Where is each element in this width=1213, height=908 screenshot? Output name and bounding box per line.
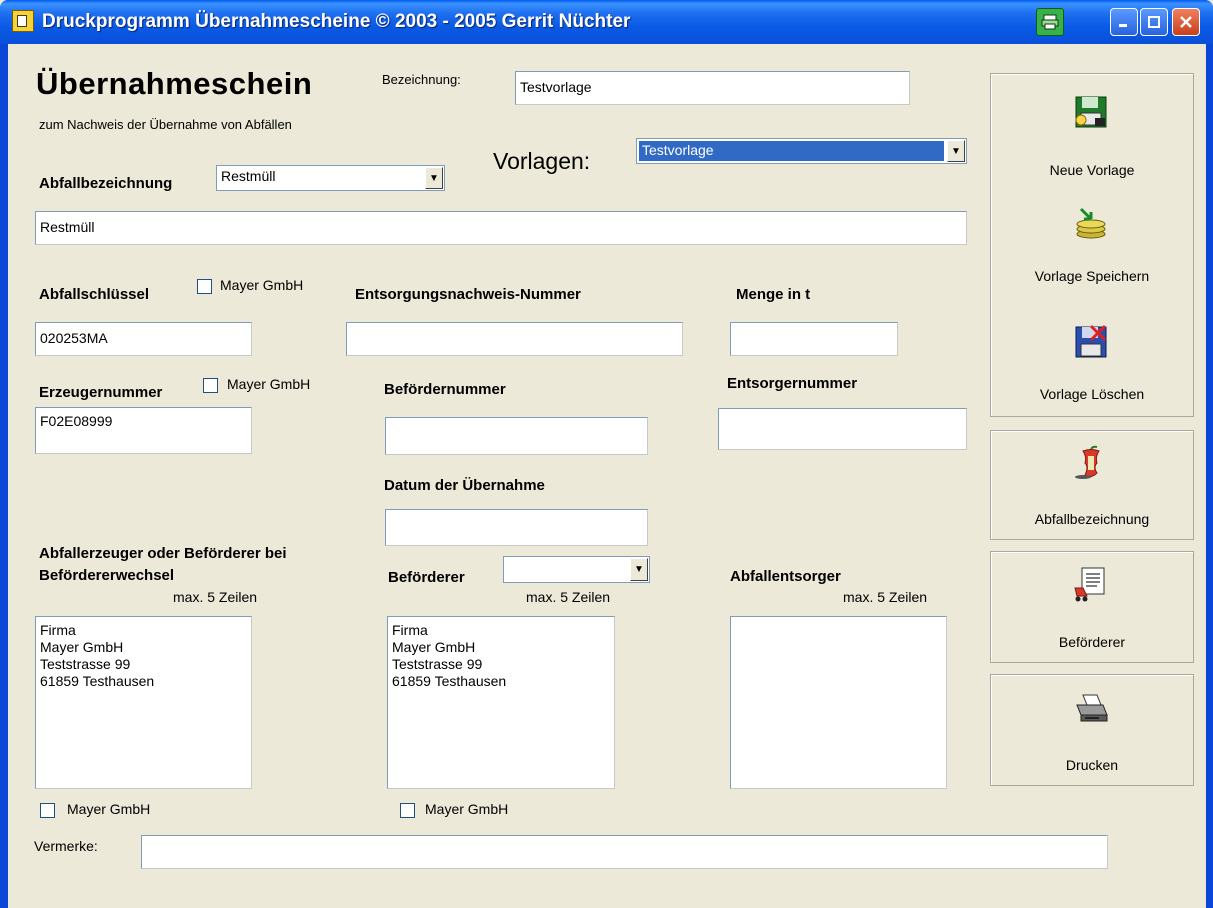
- vermerke-label: Vermerke:: [34, 838, 98, 854]
- erzeuger-block-label-line2: Befördererwechsel: [39, 567, 175, 584]
- menge-label: Menge in t: [736, 286, 811, 303]
- vorlagen-combo-value: Testvorlage: [639, 141, 944, 161]
- befoerderer-block-hint: max. 5 Zeilen: [526, 589, 611, 605]
- drucken-button[interactable]: Drucken: [990, 674, 1194, 786]
- erzeuger-block-memo[interactable]: Firma Mayer GmbH Teststrasse 99 61859 Te…: [35, 616, 252, 789]
- erzeugernummer-checkbox[interactable]: [203, 378, 218, 393]
- abfallbezeichnung-text-field[interactable]: Restmüll: [35, 211, 967, 245]
- vermerke-field[interactable]: [141, 835, 1108, 869]
- document-cart-icon: [1074, 567, 1105, 602]
- vorlage-loeschen-button[interactable]: Vorlage Löschen: [995, 314, 1189, 414]
- page-subtitle: zum Nachweis der Übernahme von Abfällen: [39, 117, 292, 132]
- befoerderer-block-checkbox-label: Mayer GmbH: [425, 801, 509, 817]
- vorlagen-combo[interactable]: Testvorlage ▼: [636, 138, 967, 164]
- abfallschluessel-field[interactable]: 020253MA: [35, 322, 252, 356]
- entsorgungsnachweis-field[interactable]: [346, 322, 683, 356]
- printer-icon: [1076, 694, 1108, 722]
- vorlage-speichern-label: Vorlage Speichern: [1034, 268, 1150, 284]
- drucken-button-label: Drucken: [1065, 757, 1119, 773]
- title-bar[interactable]: Druckprogramm Übernahmescheine © 2003 - …: [0, 0, 1213, 44]
- apple-core-icon: [1075, 445, 1100, 479]
- entsorger-block-hint: max. 5 Zeilen: [843, 589, 928, 605]
- window-title: Druckprogramm Übernahmescheine © 2003 - …: [42, 11, 631, 32]
- menge-field[interactable]: [730, 322, 898, 356]
- erzeuger-block-label-line1: Abfallerzeuger oder Beförderer bei: [39, 545, 287, 562]
- erzeuger-block-checkbox[interactable]: [40, 803, 55, 818]
- minimize-icon: [1119, 24, 1127, 27]
- printer-tray-icon[interactable]: [1036, 8, 1064, 36]
- entsorger-block-memo[interactable]: [730, 616, 947, 789]
- entsorger-block-label: Abfallentsorger: [730, 568, 841, 585]
- floppy-disk-new-icon: [1075, 96, 1107, 128]
- close-icon: [1180, 16, 1192, 28]
- maximize-icon: [1148, 16, 1160, 28]
- befoerderer-button[interactable]: Beförderer: [990, 551, 1194, 663]
- befoerderer-block-checkbox[interactable]: [400, 803, 415, 818]
- page-title: Übernahmeschein: [36, 66, 313, 101]
- neue-vorlage-label: Neue Vorlage: [1049, 162, 1135, 178]
- erzeugernummer-field[interactable]: F02E08999: [35, 407, 252, 454]
- chevron-down-icon[interactable]: ▼: [947, 140, 965, 162]
- entsorgernummer-label: Entsorgernummer: [727, 375, 858, 392]
- erzeuger-block-hint: max. 5 Zeilen: [173, 589, 258, 605]
- befoerderer-combo[interactable]: ▼: [503, 556, 650, 583]
- entsorgernummer-field[interactable]: [718, 408, 967, 450]
- befoerderer-block-memo[interactable]: Firma Mayer GmbH Teststrasse 99 61859 Te…: [387, 616, 615, 789]
- app-window: Druckprogramm Übernahmescheine © 2003 - …: [0, 0, 1213, 908]
- abfallbezeichnung-combo-value: Restmüll: [221, 168, 276, 184]
- document-icon: [12, 10, 34, 32]
- datum-label: Datum der Übernahme: [384, 477, 545, 494]
- abfallbezeichnung-label: Abfallbezeichnung: [39, 175, 173, 192]
- bezeichnung-field[interactable]: Testvorlage: [515, 71, 910, 105]
- abfallbezeichnung-button[interactable]: Abfallbezeichnung: [990, 430, 1194, 540]
- abfallschluessel-label: Abfallschlüssel: [39, 286, 150, 303]
- entsorgungsnachweis-label: Entsorgungsnachweis-Nummer: [355, 286, 581, 303]
- datum-field[interactable]: [385, 509, 648, 546]
- befoerdernummer-label: Befördernummer: [384, 381, 506, 398]
- vorlagen-label: Vorlagen:: [493, 148, 591, 174]
- floppy-disk-delete-icon: [1075, 324, 1107, 358]
- befoerdernummer-field[interactable]: [385, 417, 648, 455]
- minimize-button[interactable]: [1110, 8, 1138, 36]
- vorlage-speichern-button[interactable]: Vorlage Speichern: [995, 196, 1189, 298]
- chevron-down-icon[interactable]: ▼: [630, 558, 648, 581]
- erzeugernummer-checkbox-label: Mayer GmbH: [227, 376, 311, 392]
- neue-vorlage-button[interactable]: Neue Vorlage: [995, 84, 1189, 194]
- abfallbezeichnung-button-label: Abfallbezeichnung: [1034, 511, 1150, 527]
- befoerderer-block-label: Beförderer: [388, 569, 465, 586]
- disk-stack-save-icon: [1076, 207, 1106, 239]
- client-area: Übernahmeschein Bezeichnung: Testvorlage…: [8, 44, 1206, 908]
- abfallschluessel-checkbox-label: Mayer GmbH: [220, 277, 304, 293]
- befoerderer-button-label: Beförderer: [1058, 634, 1126, 650]
- chevron-down-icon[interactable]: ▼: [425, 167, 443, 189]
- abfallbezeichnung-combo[interactable]: Restmüll ▼: [216, 165, 445, 191]
- abfallschluessel-checkbox[interactable]: [197, 279, 212, 294]
- erzeugernummer-label: Erzeugernummer: [39, 384, 163, 401]
- close-button[interactable]: [1172, 8, 1200, 36]
- erzeuger-block-checkbox-label: Mayer GmbH: [67, 801, 151, 817]
- vorlage-loeschen-label: Vorlage Löschen: [1039, 386, 1145, 402]
- maximize-button[interactable]: [1140, 8, 1168, 36]
- bezeichnung-label: Bezeichnung:: [382, 72, 461, 87]
